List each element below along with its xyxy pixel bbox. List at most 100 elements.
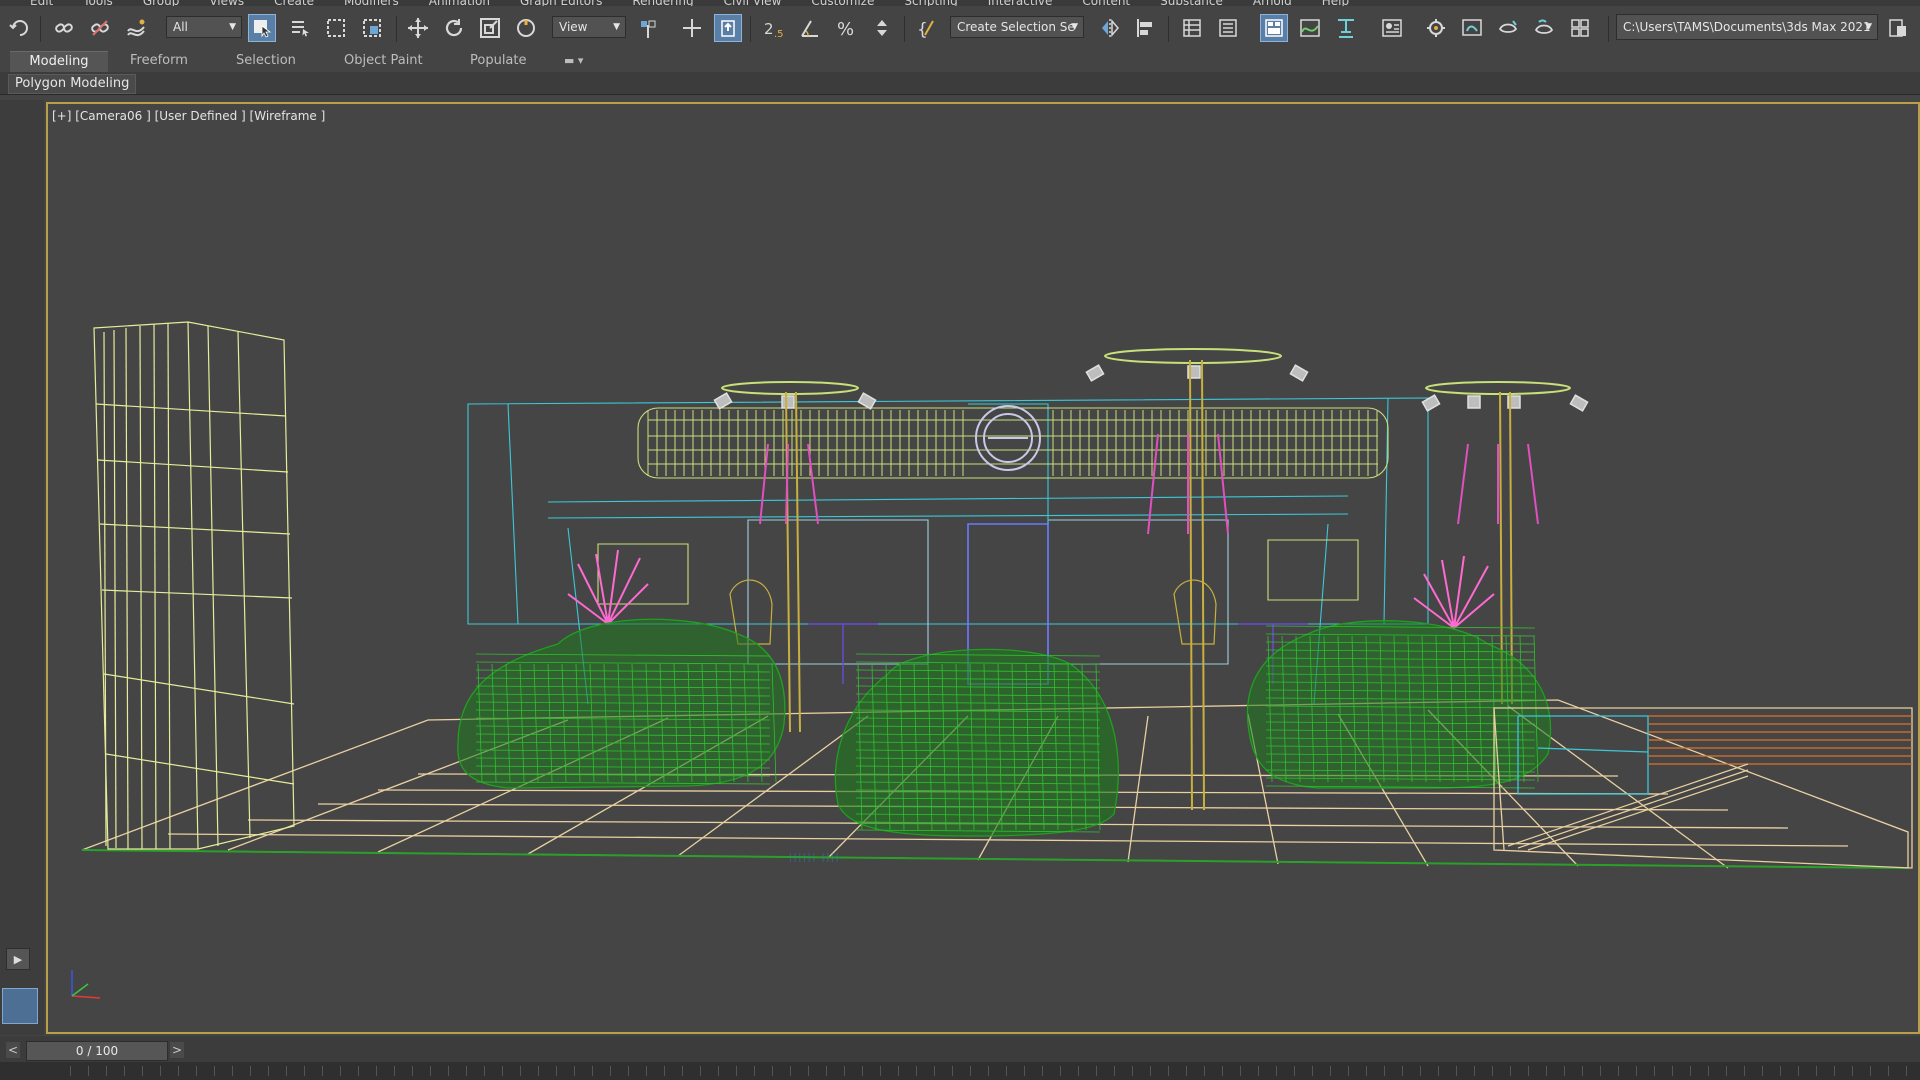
selection-filter-dropdown[interactable]: All ▼ — [166, 16, 242, 38]
track-tick — [1852, 1066, 1853, 1076]
track-tick — [304, 1066, 305, 1076]
reference-coord-value: View — [559, 20, 588, 34]
place-icon[interactable] — [512, 14, 540, 42]
track-tick — [502, 1066, 503, 1076]
track-tick — [160, 1066, 161, 1076]
tab-object-paint[interactable]: Object Paint — [332, 51, 435, 71]
track-tick — [1546, 1066, 1547, 1076]
angle-snap-icon[interactable] — [796, 14, 824, 42]
track-tick — [268, 1066, 269, 1076]
next-frame-button[interactable]: > — [170, 1042, 184, 1058]
menu-item[interactable]: Modifiers — [344, 0, 399, 6]
menu-item[interactable]: Create — [274, 0, 314, 6]
menu-item[interactable]: Rendering — [632, 0, 693, 6]
tab-selection[interactable]: Selection — [224, 51, 308, 71]
ribbon-options-icon[interactable]: ▬ ▾ — [552, 51, 595, 71]
track-tick — [1726, 1066, 1727, 1076]
track-tick — [1618, 1066, 1619, 1076]
track-tick — [70, 1066, 71, 1076]
menu-item[interactable]: Group — [143, 0, 180, 6]
tab-polygon-modeling[interactable]: Polygon Modeling — [8, 74, 137, 94]
undo-icon[interactable] — [6, 14, 34, 42]
track-tick — [88, 1066, 89, 1076]
svg-text:.5: .5 — [774, 29, 784, 39]
named-selection-dropdown[interactable]: Create Selection Se ▼ — [950, 16, 1084, 38]
scale-icon[interactable] — [476, 14, 504, 42]
align-icon[interactable] — [1132, 14, 1160, 42]
workspace-icon[interactable] — [1884, 14, 1912, 42]
menu-item[interactable]: Animation — [429, 0, 490, 6]
menu-item[interactable]: Arnold — [1253, 0, 1292, 6]
render-production-icon[interactable] — [1494, 14, 1522, 42]
menu-item[interactable]: Scripting — [904, 0, 957, 6]
link-icon[interactable] — [50, 14, 78, 42]
chevron-down-icon: ▼ — [229, 22, 236, 32]
mirror-icon[interactable] — [1096, 14, 1124, 42]
time-slider[interactable]: 0 / 100 — [26, 1041, 168, 1061]
toggle-ribbon-icon[interactable] — [1260, 14, 1288, 42]
viewport-layout-tab[interactable] — [2, 988, 38, 1024]
pivot-center-icon[interactable] — [634, 14, 662, 42]
scene-explorer-icon[interactable] — [1178, 14, 1206, 42]
menu-item[interactable]: Help — [1322, 0, 1349, 6]
menu-item[interactable]: Substance — [1160, 0, 1223, 6]
track-tick — [592, 1066, 593, 1076]
track-tick — [736, 1066, 737, 1076]
track-tick — [952, 1066, 953, 1076]
edit-named-selection-icon[interactable]: { — [912, 14, 940, 42]
track-tick — [1780, 1066, 1781, 1076]
tab-modeling[interactable]: Modeling — [10, 51, 108, 72]
bind-space-warp-icon[interactable] — [122, 14, 150, 42]
keyboard-shortcut-override-icon[interactable] — [714, 14, 742, 42]
unlink-icon[interactable] — [86, 14, 114, 42]
reference-coord-dropdown[interactable]: View ▼ — [552, 16, 626, 38]
window-crossing-icon[interactable] — [358, 14, 386, 42]
expand-panel-icon[interactable]: ▶ — [6, 948, 30, 970]
menu-item[interactable]: Views — [209, 0, 244, 6]
project-folder-dropdown[interactable]: C:\Users\TAMS\Documents\3ds Max 2021 ▼ — [1616, 14, 1878, 40]
track-tick — [862, 1066, 863, 1076]
move-icon[interactable] — [404, 14, 432, 42]
a360-gallery-icon[interactable] — [1566, 14, 1594, 42]
prev-frame-button[interactable]: < — [6, 1042, 20, 1058]
curve-editor-icon[interactable] — [1296, 14, 1324, 42]
percent-snap-icon[interactable]: % — [832, 14, 860, 42]
rectangular-selection-icon[interactable] — [322, 14, 350, 42]
spinner-snap-icon[interactable] — [868, 14, 896, 42]
track-tick — [646, 1066, 647, 1076]
track-tick — [700, 1066, 701, 1076]
track-tick — [466, 1066, 467, 1076]
menu-item[interactable]: Customize — [811, 0, 874, 6]
totem-tower — [93, 321, 295, 850]
menu-item[interactable]: Content — [1082, 0, 1130, 6]
schematic-view-icon[interactable] — [1332, 14, 1360, 42]
track-tick — [1312, 1066, 1313, 1076]
menu-item[interactable]: Civil View — [724, 0, 782, 6]
rotate-icon[interactable] — [440, 14, 468, 42]
track-tick — [124, 1066, 125, 1076]
menu-item[interactable]: Graph Editors — [520, 0, 602, 6]
tab-populate[interactable]: Populate — [458, 51, 539, 71]
menu-item[interactable]: Tools — [83, 0, 113, 6]
select-manipulate-icon[interactable] — [678, 14, 706, 42]
tab-freeform[interactable]: Freeform — [118, 51, 200, 71]
track-bar[interactable] — [0, 1062, 1920, 1080]
snaps-toggle-icon[interactable]: 2.5 — [760, 14, 788, 42]
track-tick — [1438, 1066, 1439, 1076]
track-tick — [1456, 1066, 1457, 1076]
chevron-down-icon: ▼ — [1071, 22, 1078, 32]
select-by-name-icon[interactable] — [286, 14, 314, 42]
menu-item[interactable]: Interactive — [988, 0, 1053, 6]
camera-viewport[interactable]: [+] [Camera06 ] [User Defined ] [Wirefra… — [46, 102, 1920, 1034]
ceiling-lamps — [721, 348, 1571, 395]
track-tick — [1294, 1066, 1295, 1076]
layer-explorer-icon[interactable] — [1214, 14, 1242, 42]
menu-item[interactable]: Edit — [30, 0, 53, 6]
rendered-frame-window-icon[interactable] — [1458, 14, 1486, 42]
material-editor-icon[interactable] — [1378, 14, 1406, 42]
track-tick — [1708, 1066, 1709, 1076]
render-setup-icon[interactable] — [1422, 14, 1450, 42]
select-object-icon[interactable] — [248, 14, 276, 42]
render-in-cloud-icon[interactable] — [1530, 14, 1558, 42]
track-tick — [1870, 1066, 1871, 1076]
